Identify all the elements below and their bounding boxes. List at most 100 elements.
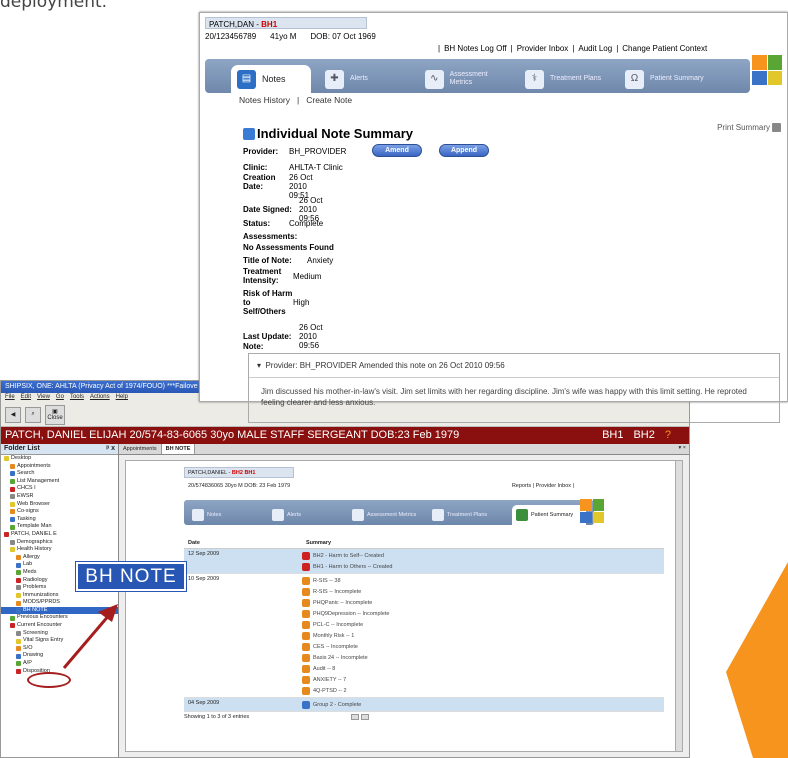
folder-item[interactable]: BH NOTE xyxy=(1,606,118,615)
folder-item[interactable]: EWSR xyxy=(1,493,118,501)
tab-assessment-metrics[interactable]: Assessment Metrics xyxy=(352,505,426,525)
tab-controls[interactable]: ▾ × xyxy=(678,445,686,451)
pager[interactable] xyxy=(349,714,370,722)
folder-item[interactable]: Allergy xyxy=(1,554,118,562)
link-audit-log[interactable]: Audit Log xyxy=(578,44,612,53)
tab-label: Notes xyxy=(262,74,286,84)
close-button[interactable]: ▣ Close xyxy=(45,404,65,425)
summary-item[interactable]: 4Q-PTSD -- 2 xyxy=(302,685,664,696)
table-row[interactable]: 12 Sep 2009 BH2 - Harm to Self-- Created B… xyxy=(184,549,664,574)
back-icon[interactable]: ◀ xyxy=(5,406,21,423)
menu-go[interactable]: Go xyxy=(56,394,64,402)
folder-item[interactable]: A/P xyxy=(1,660,118,668)
summary-item[interactable]: Monthly Risk -- 1 xyxy=(302,630,664,641)
folder-item[interactable]: Search xyxy=(1,470,118,478)
table-row[interactable]: 04 Sep 2009 Group 2 - Complete xyxy=(184,698,664,712)
menu-tools[interactable]: Tools xyxy=(70,394,84,402)
folder-item[interactable]: S/O xyxy=(1,645,118,653)
menu-view[interactable]: View xyxy=(37,394,50,402)
folder-icon xyxy=(10,494,15,500)
tab-label: Notes xyxy=(207,512,222,518)
summary-item[interactable]: PCL-C -- Incomplete xyxy=(302,619,664,630)
summary-item[interactable]: Basis 24 -- Incomplete xyxy=(302,652,664,663)
tab-patient-summary[interactable]: Ω Patient Summary xyxy=(625,65,711,93)
folder-item[interactable]: List Management xyxy=(1,478,118,486)
folder-item[interactable]: Immunizations xyxy=(1,592,118,600)
folder-item[interactable]: Drawing xyxy=(1,652,118,660)
folder-item[interactable]: Appointments xyxy=(1,463,118,471)
link-bh-notes-log-off[interactable]: BH Notes Log Off xyxy=(444,44,507,53)
folder-item[interactable]: CHCS I xyxy=(1,485,118,493)
scrollbar[interactable] xyxy=(675,461,682,751)
menu-actions[interactable]: Actions xyxy=(90,394,110,402)
create-note-link[interactable]: Create Note xyxy=(306,95,352,105)
summary-text: PCL-C -- Incomplete xyxy=(313,621,364,628)
close-icon[interactable]: ᵖ x xyxy=(106,445,115,453)
folder-item[interactable]: Web Browser xyxy=(1,501,118,509)
menu-help[interactable]: Help xyxy=(116,394,128,402)
tab-notes[interactable]: ▤ Notes xyxy=(231,65,311,93)
search-icon[interactable]: ⌕ xyxy=(25,406,41,423)
append-button[interactable]: Append xyxy=(439,144,489,157)
folder-list: Folder List ᵖ x Desktop Appointments Search… xyxy=(1,444,119,757)
tab-alerts[interactable]: Alerts xyxy=(272,505,346,525)
summary-text: Basis 24 -- Incomplete xyxy=(313,654,368,661)
folder-item[interactable]: Health History xyxy=(1,546,118,554)
link-provider-inbox[interactable]: Provider Inbox xyxy=(517,44,569,53)
tab-assessment-metrics[interactable]: ∿ Assessment Metrics xyxy=(425,65,511,93)
folder-icon xyxy=(16,646,21,652)
bh2-flag[interactable]: BH2 xyxy=(633,429,654,442)
folder-item[interactable]: Previous Encounters xyxy=(1,614,118,622)
folder-icon xyxy=(10,501,15,507)
tab-alerts[interactable]: ✚ Alerts xyxy=(325,65,411,93)
summary-text: PHQPanic -- Incomplete xyxy=(313,599,373,606)
patient-dob: DOB: 07 Oct 1969 xyxy=(310,32,376,41)
tab-notes[interactable]: Notes xyxy=(192,505,266,525)
summary-item[interactable]: BH2 - Harm to Self-- Created xyxy=(302,550,664,561)
folder-item[interactable]: Desktop xyxy=(1,455,118,463)
menu-edit[interactable]: Edit xyxy=(21,394,31,402)
folder-item[interactable]: Demographics xyxy=(1,539,118,547)
folder-item[interactable]: Template Man xyxy=(1,523,118,531)
folder-item[interactable]: PATCH, DANIEL E xyxy=(1,531,118,539)
clinic-field: Clinic: AHLTA-T Clinic xyxy=(243,163,343,172)
summary-table: Date Summary 12 Sep 2009 BH2 - Harm to Sel… xyxy=(184,539,664,722)
amend-button[interactable]: Amend xyxy=(372,144,422,157)
tab-bh-note[interactable]: BH NOTE xyxy=(161,444,196,454)
folder-icon xyxy=(10,524,15,530)
summary-item[interactable]: PHQPanic -- Incomplete xyxy=(302,597,664,608)
column-date[interactable]: Date xyxy=(184,539,302,548)
summary-item[interactable]: CES -- Incomplete xyxy=(302,641,664,652)
summary-item[interactable]: R-SIS -- 38 xyxy=(302,575,664,586)
folder-item[interactable]: Vital Signs Entry xyxy=(1,637,118,645)
tab-appointments[interactable]: Appointments xyxy=(119,444,162,454)
notes-history-link[interactable]: Notes History xyxy=(239,95,290,105)
print-summary-link[interactable]: Print Summary xyxy=(717,123,781,132)
link-change-patient-context[interactable]: Change Patient Context xyxy=(622,44,707,53)
summary-item[interactable]: ANXIETY -- 7 xyxy=(302,674,664,685)
folder-item[interactable]: Screening xyxy=(1,630,118,638)
tab-treatment-plans[interactable]: ⚕ Treatment Plans xyxy=(525,65,611,93)
menu-file[interactable]: File xyxy=(5,394,15,402)
summary-item[interactable]: R-SIS -- Incomplete xyxy=(302,586,664,597)
summary-item[interactable]: Group 2 - Complete xyxy=(302,699,664,710)
folder-item[interactable]: Co-signs xyxy=(1,508,118,516)
folder-label: PATCH, DANIEL E xyxy=(11,530,57,537)
bh1-flag[interactable]: BH1 xyxy=(602,429,623,442)
help-icon[interactable]: ? xyxy=(665,429,671,442)
summary-item[interactable]: Audit -- 8 xyxy=(302,663,664,674)
folder-item[interactable]: Tasking xyxy=(1,516,118,524)
note-provider-line[interactable]: ▾ Provider: BH_PROVIDER Amended this not… xyxy=(249,354,779,378)
folder-icon xyxy=(16,668,21,674)
summary-item[interactable]: PHQ9Depression -- Incomplete xyxy=(302,608,664,619)
patient-age: 41yo M xyxy=(270,32,297,41)
tab-treatment-plans[interactable]: Treatment Plans xyxy=(432,505,506,525)
table-row[interactable]: 10 Sep 2009 R-SIS -- 38 R-SIS -- Incomplet… xyxy=(184,574,664,698)
summary-item[interactable]: BH1 - Harm to Others -- Created xyxy=(302,561,664,572)
header-links[interactable]: Reports | Provider Inbox | xyxy=(512,483,574,489)
column-summary[interactable]: Summary xyxy=(302,539,335,548)
folder-item[interactable]: MODS/PPRDS xyxy=(1,599,118,607)
folder-item[interactable]: Current Encounter xyxy=(1,622,118,630)
tab-patient-summary[interactable]: Patient Summary xyxy=(512,505,586,525)
folder-icon xyxy=(10,547,15,553)
